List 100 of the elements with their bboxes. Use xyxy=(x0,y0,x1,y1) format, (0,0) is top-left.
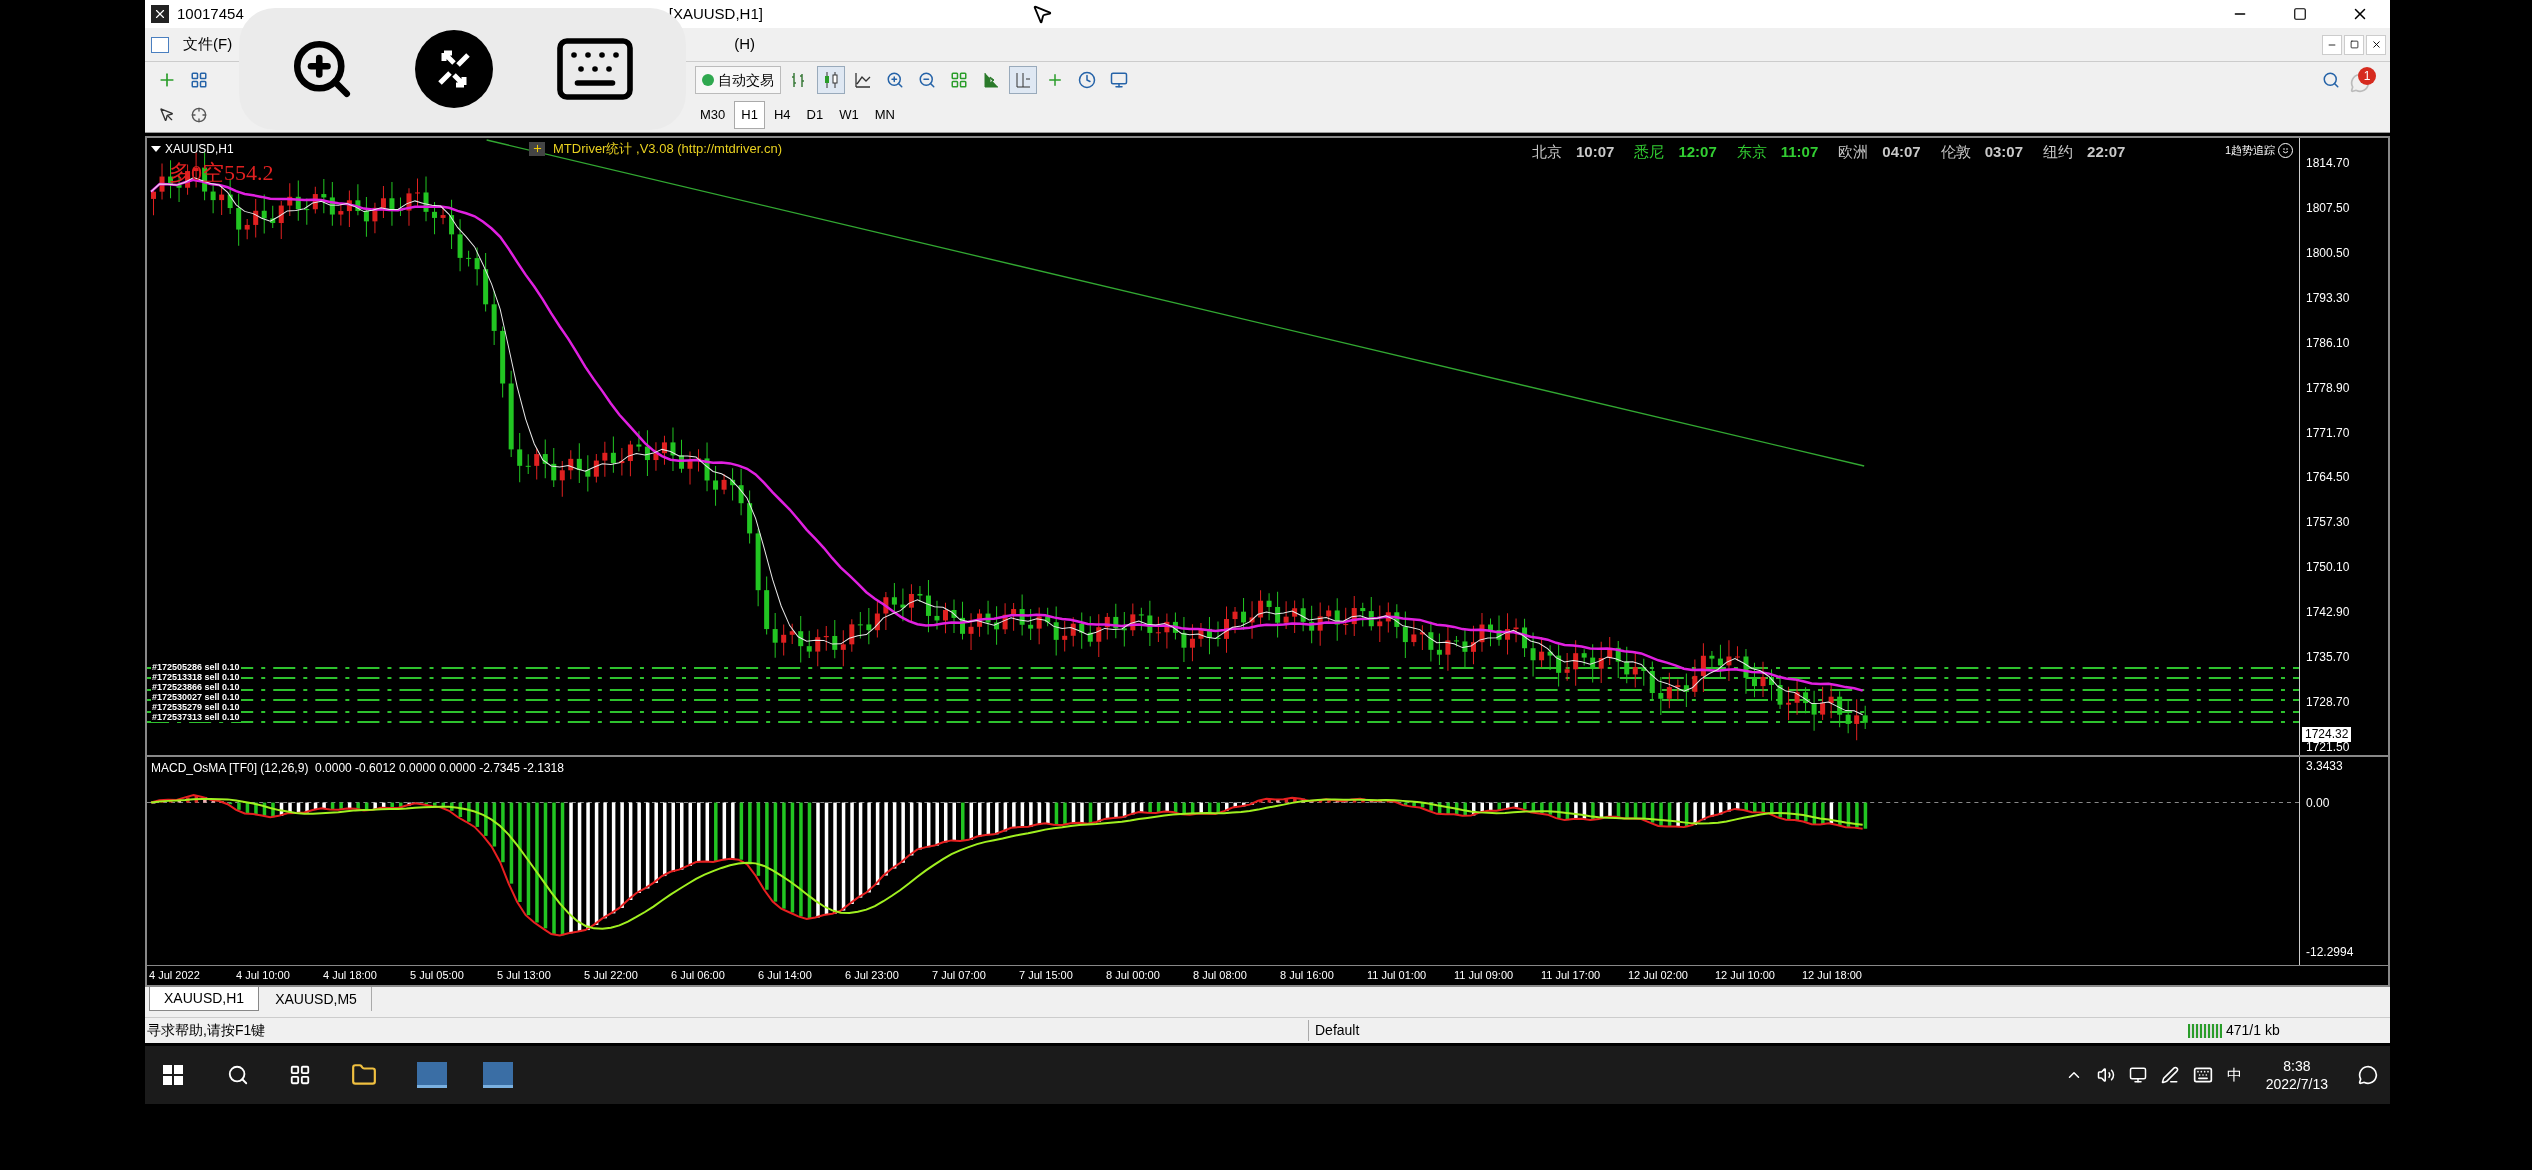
price-tick: 1750.10 xyxy=(2306,559,2351,576)
price-tick: 1800.50 xyxy=(2306,244,2351,261)
remote-desktop-icon[interactable] xyxy=(413,29,494,109)
city-time: 04:07 xyxy=(1882,142,1921,162)
city-time: 11:07 xyxy=(1780,142,1819,162)
time-tick: 4 Jul 10:00 xyxy=(236,968,291,984)
time-tick: 12 Jul 10:00 xyxy=(1715,968,1776,984)
city-name: 悉尼 xyxy=(1634,142,1665,162)
time-tick: 5 Jul 05:00 xyxy=(410,968,465,984)
time-tick: 8 Jul 08:00 xyxy=(1193,968,1248,984)
price-tick: 1771.70 xyxy=(2306,424,2351,441)
time-tick: 8 Jul 16:00 xyxy=(1280,968,1335,984)
city-name: 北京 xyxy=(1532,142,1562,162)
city-name: 纽约 xyxy=(2043,142,2074,162)
pen-icon[interactable] xyxy=(2160,1066,2179,1084)
timeframe-button[interactable]: M30 xyxy=(693,101,733,129)
time-tick: 5 Jul 22:00 xyxy=(584,968,639,984)
price-tick: 1793.30 xyxy=(2306,289,2351,306)
chart-tab[interactable]: XAUUSD,H1 xyxy=(149,987,260,1011)
timeframe-button[interactable]: H4 xyxy=(766,101,798,129)
price-tick: 1742.90 xyxy=(2306,604,2351,621)
chart-icon xyxy=(151,36,169,53)
time-tick: 11 Jul 17:00 xyxy=(1541,968,1602,984)
order-label: #172523866 sell 0.10 xyxy=(151,682,241,692)
indicator-label: MTDriver统计 ,V3.08 (http://mtdriver.cn) xyxy=(553,140,782,158)
macd-tick: -12.2994 xyxy=(2306,944,2354,960)
time-tick: 4 Jul 2022 xyxy=(149,968,201,984)
plus-icon[interactable] xyxy=(529,141,545,156)
price-tick: 1757.30 xyxy=(2306,514,2351,531)
time-tick: 6 Jul 23:00 xyxy=(845,968,900,984)
time-tick: 12 Jul 02:00 xyxy=(1628,968,1689,984)
clock-time: 8:38 xyxy=(2283,1057,2311,1075)
price-tick: 1721.50 xyxy=(2306,739,2351,755)
speaker-icon[interactable] xyxy=(2096,1066,2115,1084)
help-text: 寻求帮助,请按F1键 xyxy=(147,1021,267,1040)
timeframe-button[interactable]: D1 xyxy=(799,101,831,129)
city-time: 12:07 xyxy=(1678,142,1717,162)
task-view-icon[interactable] xyxy=(289,1064,311,1086)
timeframe-button[interactable]: MN xyxy=(867,101,902,129)
menu-item[interactable]: (H) xyxy=(734,33,755,56)
time-tick: 12 Jul 18:00 xyxy=(1802,968,1863,984)
city-time: 22:07 xyxy=(2087,142,2126,162)
minimize-button[interactable] xyxy=(2322,34,2342,55)
collapse-arrow-icon[interactable] xyxy=(151,146,161,152)
city-name: 欧洲 xyxy=(1838,142,1869,162)
close-button[interactable] xyxy=(2366,34,2386,55)
time-tick: 7 Jul 15:00 xyxy=(1019,968,1074,984)
window-title: [XAUUSD,H1] xyxy=(668,3,763,24)
price-tick: 1814.70 xyxy=(2306,155,2351,171)
city-name: 伦敦 xyxy=(1940,142,1971,162)
network-icon[interactable] xyxy=(2128,1066,2147,1084)
price-tick: 1728.70 xyxy=(2306,694,2351,711)
window-title: 10017454 xyxy=(177,3,244,24)
clock-date: 2022/7/13 xyxy=(2265,1075,2328,1093)
order-label: #172530027 sell 0.10 xyxy=(151,692,241,702)
time-tick: 5 Jul 13:00 xyxy=(497,968,552,984)
chat-icon[interactable] xyxy=(2350,73,2370,93)
notification-badge: 1 xyxy=(2358,67,2376,85)
traffic-text: 471/1 kb xyxy=(2226,1021,2280,1040)
price-tick: 1786.10 xyxy=(2306,334,2351,351)
time-tick: 11 Jul 01:00 xyxy=(1367,968,1428,984)
price-tick: 1778.90 xyxy=(2306,379,2351,396)
order-label: #172537313 sell 0.10 xyxy=(151,712,241,722)
city-time: 03:07 xyxy=(1984,142,2024,162)
timeframe-button[interactable]: W1 xyxy=(832,101,866,129)
notification-icon[interactable] xyxy=(2358,1065,2378,1085)
order-label: #172513318 sell 0.10 xyxy=(151,672,241,682)
current-price-label: 1724.32 xyxy=(2302,727,2352,742)
macd-label: MACD_OsMA [TF0] (12,26,9) 0.0000 -0.6012 0.0000 0.0000 -2.7345 -2.1318 xyxy=(151,760,564,777)
timeframe-button[interactable]: H1 xyxy=(734,101,765,129)
time-tick: 6 Jul 06:00 xyxy=(671,968,726,984)
macd-tick: 3.3433 xyxy=(2306,758,2343,774)
menu-item[interactable]: 文件(F) xyxy=(179,33,237,56)
time-tick: 4 Jul 18:00 xyxy=(323,968,378,984)
price-tick: 1807.50 xyxy=(2306,199,2351,216)
auto-trading-button[interactable]: 自动交易 xyxy=(695,66,781,94)
restore-button[interactable] xyxy=(2344,34,2364,55)
autoscroll-icon[interactable] xyxy=(1009,66,1037,94)
time-tick: 11 Jul 09:00 xyxy=(1454,968,1515,984)
chart-symbol: XAUUSD,H1 xyxy=(165,141,234,158)
connection-bars-icon xyxy=(2188,1023,2222,1038)
search-icon[interactable] xyxy=(227,1064,249,1086)
price-tick: 1735.70 xyxy=(2306,649,2351,666)
order-label: #172535279 sell 0.10 xyxy=(151,702,241,712)
time-tick: 7 Jul 07:00 xyxy=(932,968,987,984)
city-time: 10:07 xyxy=(1576,142,1615,162)
input-method[interactable]: 中 xyxy=(2226,1063,2242,1087)
app-icon xyxy=(151,5,169,23)
price-tick: 1764.50 xyxy=(2306,469,2351,486)
restore-icon[interactable] xyxy=(2293,7,2307,21)
restore-icon xyxy=(2349,40,2359,49)
order-label: #172505286 sell 0.10 xyxy=(151,662,241,672)
keyboard-icon[interactable] xyxy=(2192,1065,2213,1085)
time-tick: 6 Jul 14:00 xyxy=(758,968,813,984)
folder-icon[interactable] xyxy=(351,1062,377,1088)
windows-start-icon[interactable] xyxy=(163,1065,183,1085)
close-icon xyxy=(2370,39,2382,50)
trend-label: 1趋势追踪 xyxy=(2224,143,2275,158)
macd-tick: 0.00 xyxy=(2306,795,2330,811)
play-icon xyxy=(702,74,714,86)
